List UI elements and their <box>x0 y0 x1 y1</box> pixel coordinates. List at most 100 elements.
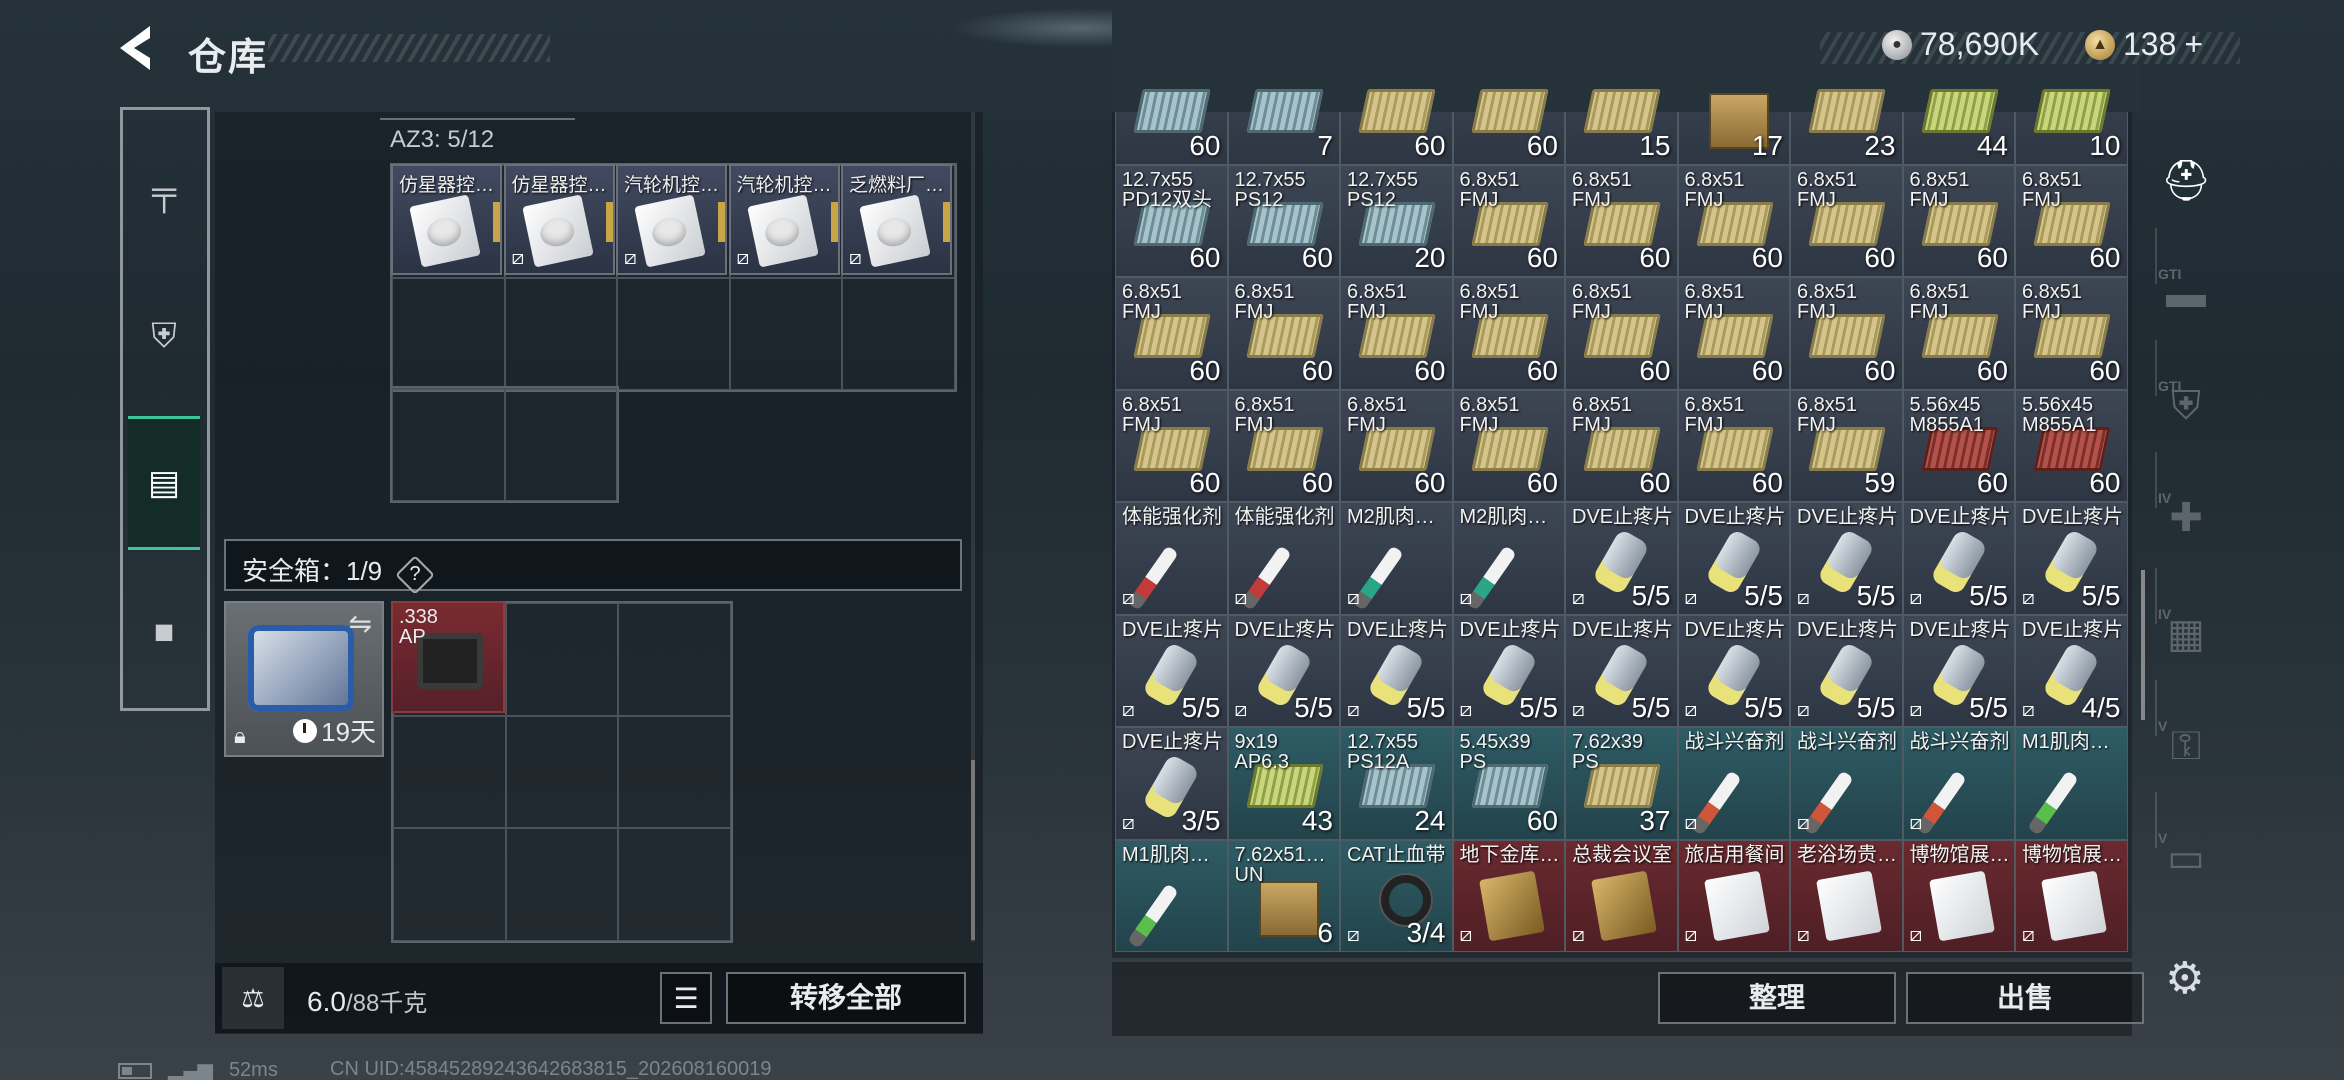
help-icon[interactable]: ? <box>395 555 436 595</box>
stash-item[interactable]: 战斗兴奋剂 ⧄ <box>1902 727 2015 840</box>
stash-item[interactable]: 6.8x51 FMJ 60 <box>1790 164 1903 277</box>
stash-item[interactable]: 12.7x55 PD12双头 60 <box>1115 164 1228 277</box>
stash-item[interactable]: 6.8x51 FMJ 60 <box>1452 164 1565 277</box>
grid-cell[interactable] <box>505 603 618 716</box>
stash-item[interactable]: DVE止疼片 5/5 ⧄ <box>2015 502 2128 615</box>
stash-item[interactable]: 7.62x39 PS 37 <box>1565 727 1678 840</box>
stash-item[interactable]: 6.8x51 FMJ 60 <box>1115 389 1228 502</box>
stash-item[interactable]: 6.8x51 FMJ 60 <box>1452 389 1565 502</box>
safe-item-338-ap[interactable]: .338 AP <box>391 601 505 713</box>
stash-item[interactable]: DVE止疼片 5/5 ⧄ <box>1565 502 1678 615</box>
right-nav-gun-tier[interactable]: GTI ▬ <box>2146 254 2226 334</box>
container-keycard[interactable]: 汽轮机控… ⧄ <box>616 164 727 275</box>
container-keycard[interactable]: 仿星器控… <box>391 164 502 275</box>
stash-item[interactable]: DVE止疼片 5/5 ⧄ <box>1227 614 1340 727</box>
stash-item[interactable]: 6.8x51 FMJ 60 <box>1902 164 2015 277</box>
grid-cell[interactable] <box>392 388 505 501</box>
stash-item[interactable]: 6.8x51 FMJ 60 <box>1902 277 2015 390</box>
container-keycard[interactable]: 仿星器控… ⧄ <box>503 164 615 275</box>
grid-cell[interactable] <box>618 603 731 716</box>
stash-item[interactable]: DVE止疼片 5/5 ⧄ <box>1677 614 1790 727</box>
stash-item[interactable]: 9x19 AP6.3 43 <box>1227 727 1340 840</box>
stash-item[interactable]: DVE止疼片 5/5 ⧄ <box>1790 614 1903 727</box>
stash-item[interactable]: CAT止血带 3/4 ⧄ <box>1340 839 1453 952</box>
stash-item[interactable]: 12.7x55 PS12 60 <box>1227 164 1340 277</box>
stash-item[interactable]: 7.62x51… UN 6 <box>1227 839 1340 952</box>
stash-item[interactable]: 体能强化剂 ⧄ <box>1227 502 1340 615</box>
stash-item[interactable]: 6.8x51 FMJ 60 <box>1790 277 1903 390</box>
stash-item[interactable]: 6.8x51 FMJ 60 <box>2015 277 2128 390</box>
stash-item[interactable]: 6.8x51 FMJ 60 <box>1565 164 1678 277</box>
grid-cell[interactable] <box>504 277 617 390</box>
stash-item[interactable]: DVE止疼片 5/5 ⧄ <box>1902 614 2015 727</box>
grid-cell[interactable] <box>392 277 505 390</box>
stash-item[interactable]: 地下金库… ⧄ <box>1452 839 1565 952</box>
nav-briefcase[interactable]: ■ <box>128 596 200 668</box>
stash-item[interactable]: 12.7x55 PS12A 24 <box>1340 727 1453 840</box>
stash-scrollbar[interactable] <box>2141 570 2145 720</box>
right-nav-medical-tier[interactable]: IV ✚ <box>2146 478 2226 558</box>
stash-item[interactable]: 旅店用餐间 ⧄ <box>1677 839 1790 952</box>
stash-item[interactable]: DVE止疼片 4/5 ⧄ <box>2015 614 2128 727</box>
stash-item[interactable]: 5.56x45 M855A1 60 <box>1902 389 2015 502</box>
stash-item[interactable]: M1肌肉… <box>2015 727 2128 840</box>
right-nav-key-tier[interactable]: V ⚿ <box>2146 706 2226 786</box>
stash-item[interactable]: 6.8x51 FMJ 60 <box>1565 277 1678 390</box>
stash-item[interactable]: DVE止疼片 5/5 ⧄ <box>1790 502 1903 615</box>
container-keycard[interactable]: 汽轮机控… ⧄ <box>728 164 840 275</box>
stash-item[interactable]: DVE止疼片 5/5 ⧄ <box>1565 614 1678 727</box>
stash-item[interactable]: 6.8x51 FMJ 60 <box>1340 277 1453 390</box>
stash-item[interactable]: 博物馆展… ⧄ <box>1902 839 2015 952</box>
stash-item[interactable]: DVE止疼片 5/5 ⧄ <box>1115 614 1228 727</box>
stash-item[interactable]: 5.45x39 PS 60 <box>1452 727 1565 840</box>
stash-item[interactable]: 6.8x51 FMJ 60 <box>1677 277 1790 390</box>
swap-icon[interactable]: ⇋ <box>349 607 372 640</box>
transfer-all-button[interactable]: 转移全部 <box>726 972 966 1024</box>
stash-item[interactable]: 总裁会议室 ⧄ <box>1565 839 1678 952</box>
add-gold-icon[interactable]: + <box>2184 26 2203 63</box>
grid-cell[interactable] <box>617 277 730 390</box>
stash-item[interactable]: 老浴场贵… ⧄ <box>1790 839 1903 952</box>
stash-item[interactable]: 6.8x51 FMJ 60 <box>1565 389 1678 502</box>
stash-item[interactable]: 6.8x51 FMJ 60 <box>1677 389 1790 502</box>
stash-item[interactable]: 6.8x51 FMJ 60 <box>1227 277 1340 390</box>
stash-item[interactable]: 6.8x51 FMJ 60 <box>1340 389 1453 502</box>
sell-button[interactable]: 出售 <box>1906 972 2144 1024</box>
container-keycard[interactable]: 乏燃料厂… ⧄ <box>841 164 952 275</box>
stash-item[interactable]: 战斗兴奋剂 ⧄ <box>1790 727 1903 840</box>
stash-item[interactable]: DVE止疼片 5/5 ⧄ <box>1452 614 1565 727</box>
sort-button[interactable]: 整理 <box>1658 972 1896 1024</box>
nav-weapons[interactable]: ╤ <box>128 156 200 228</box>
stash-item[interactable]: 体能强化剂 ⧄ <box>1115 502 1228 615</box>
stash-item[interactable]: 6.8x51 FMJ 60 <box>1677 164 1790 277</box>
stash-item[interactable]: DVE止疼片 5/5 ⧄ <box>1677 502 1790 615</box>
stash-item[interactable]: 6.8x51 FMJ 60 <box>2015 164 2128 277</box>
stash-item[interactable]: 12.7x55 PS12 20 <box>1340 164 1453 277</box>
stash-item[interactable]: DVE止疼片 5/5 ⧄ <box>1902 502 2015 615</box>
gold-currency[interactable]: ▲ 138 + <box>2085 26 2203 63</box>
right-nav-keycard-tier[interactable]: V ▭ <box>2146 818 2226 898</box>
stash-item[interactable]: 博物馆展… ⧄ <box>2015 839 2128 952</box>
nav-backpack[interactable]: ▤ <box>128 416 200 550</box>
grid-cell[interactable] <box>393 715 506 828</box>
stash-item[interactable]: M1肌肉… <box>1115 839 1228 952</box>
stash-item[interactable]: DVE止疼片 5/5 ⧄ <box>1340 614 1453 727</box>
stash-item[interactable]: 6.8x51 FMJ 59 <box>1790 389 1903 502</box>
stash-item[interactable]: 6.8x51 FMJ 60 <box>1115 277 1228 390</box>
grid-cell[interactable] <box>842 277 955 390</box>
stash-item[interactable]: DVE止疼片 3/5 ⧄ <box>1115 727 1228 840</box>
back-arrow-icon[interactable] <box>112 22 162 74</box>
stash-item[interactable]: 5.56x45 M855A1 60 <box>2015 389 2128 502</box>
grid-cell[interactable] <box>729 277 842 390</box>
right-nav-armor-tier[interactable]: GTI ⛨ <box>2146 366 2226 446</box>
right-nav-container-tier[interactable]: IV ▦ <box>2146 594 2226 674</box>
stash-item[interactable]: 战斗兴奋剂 ⧄ <box>1677 727 1790 840</box>
grid-cell[interactable] <box>505 828 618 941</box>
stash-item[interactable]: M2肌肉… ⧄ <box>1452 502 1565 615</box>
left-scrollbar[interactable] <box>971 760 975 940</box>
settings-gear-icon[interactable]: ⚙ <box>2165 953 2204 1004</box>
nav-armor[interactable]: ⛨ <box>128 300 200 372</box>
grid-cell[interactable] <box>504 388 617 501</box>
list-view-button[interactable]: ☰ <box>660 972 712 1024</box>
grid-cell[interactable] <box>393 828 506 941</box>
